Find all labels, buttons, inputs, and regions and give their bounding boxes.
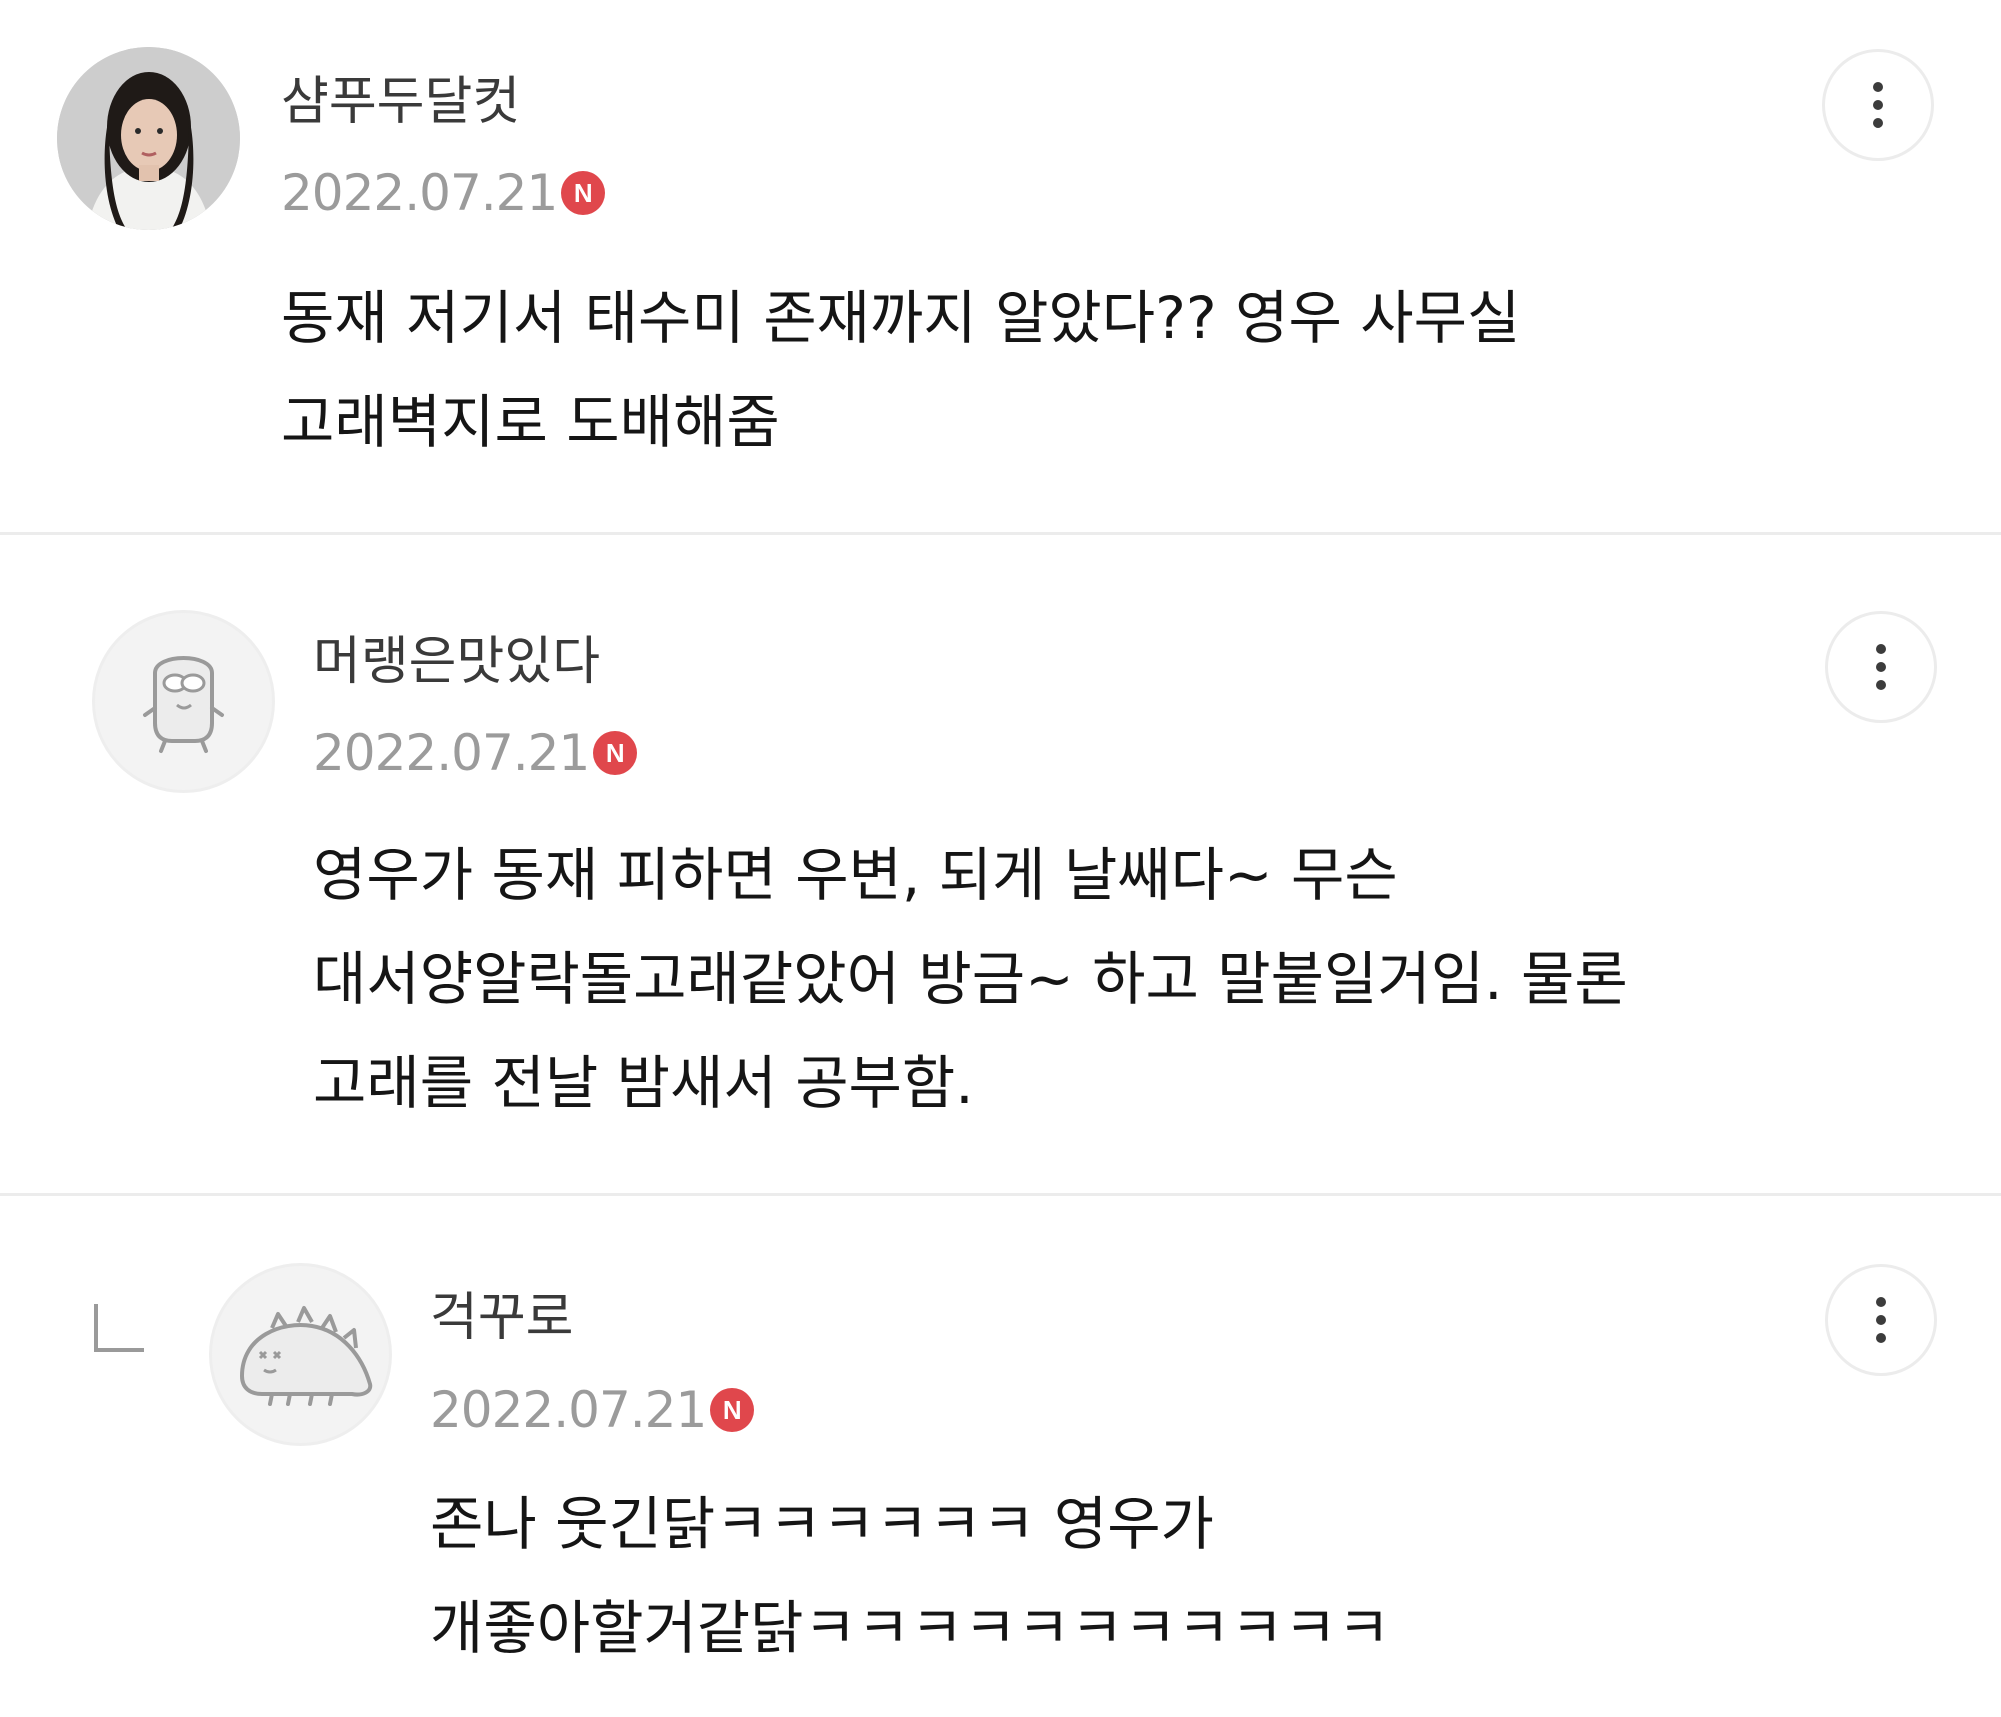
more-options-button[interactable]: [1825, 611, 1937, 723]
comment-text: 동재 저기서 태수미 존재까지 알았다?? 영우 사무실 고래벽지로 도배해줌: [281, 266, 1520, 474]
comment-text-line: 개좋아할거같닭ㅋㅋㅋㅋㅋㅋㅋㅋㅋㅋㅋ: [430, 1594, 1391, 1662]
avatar[interactable]: [92, 610, 275, 793]
comment-meta: 2022.07.21 N: [313, 724, 638, 782]
reply-comment-item: 걱꾸로 2022.07.21 N 존나 웃긴닭ㅋㅋㅋㅋㅋㅋ 영우가 개좋아할거같…: [0, 1196, 2001, 1717]
new-badge: N: [593, 731, 638, 775]
comment-date: 2022.07.21: [430, 1381, 707, 1439]
avatar[interactable]: [57, 47, 240, 230]
new-badge: N: [561, 171, 606, 215]
default-character-icon: [239, 1306, 373, 1406]
comment-date: 2022.07.21: [281, 164, 558, 222]
new-badge: N: [710, 1388, 755, 1432]
comment-text-line: 대서양알락돌고래같았어 방금~ 하고 말붙일거임. 물론: [313, 945, 1628, 1013]
reply-arrow-icon: [92, 1302, 148, 1358]
comment-item: 샴푸두달컷 2022.07.21 N 동재 저기서 태수미 존재까지 알았다??…: [0, 0, 2001, 535]
default-character-icon: [143, 656, 224, 753]
kebab-menu-icon: [1876, 1297, 1886, 1343]
more-options-button[interactable]: [1822, 49, 1934, 161]
comment-text-line: 영우가 동재 피하면 우변, 되게 날쌔다~ 무슨: [313, 841, 1398, 909]
comment-text-line: 동재 저기서 태수미 존재까지 알았다?? 영우 사무실: [281, 284, 1521, 352]
comment-nickname[interactable]: 샴푸두달컷: [281, 76, 520, 128]
comment-text-line: 고래를 전날 밤새서 공부함.: [313, 1049, 974, 1117]
kebab-menu-icon: [1876, 644, 1886, 690]
avatar[interactable]: [209, 1263, 392, 1446]
comment-text: 존나 웃긴닭ㅋㅋㅋㅋㅋㅋ 영우가 개좋아할거같닭ㅋㅋㅋㅋㅋㅋㅋㅋㅋㅋㅋ: [430, 1472, 1390, 1680]
profile-photo-icon: [57, 47, 240, 230]
comment-text-line: 고래벽지로 도배해줌: [281, 388, 780, 456]
comment-text: 영우가 동재 피하면 우변, 되게 날쌔다~ 무슨 대서양알락돌고래같았어 방금…: [313, 823, 1628, 1135]
comment-item: 머랭은맛있다 2022.07.21 N 영우가 동재 피하면 우변, 되게 날쌔…: [0, 535, 2001, 1195]
kebab-menu-icon: [1873, 82, 1883, 128]
comment-date: 2022.07.21: [313, 724, 590, 782]
comment-text-line: 존나 웃긴닭ㅋㅋㅋㅋㅋㅋ 영우가: [430, 1490, 1214, 1558]
comment-nickname[interactable]: 걱꾸로: [430, 1292, 574, 1344]
comment-meta: 2022.07.21 N: [430, 1381, 755, 1439]
comment-meta: 2022.07.21 N: [281, 164, 606, 222]
more-options-button[interactable]: [1825, 1264, 1937, 1376]
comment-nickname[interactable]: 머랭은맛있다: [313, 636, 600, 688]
